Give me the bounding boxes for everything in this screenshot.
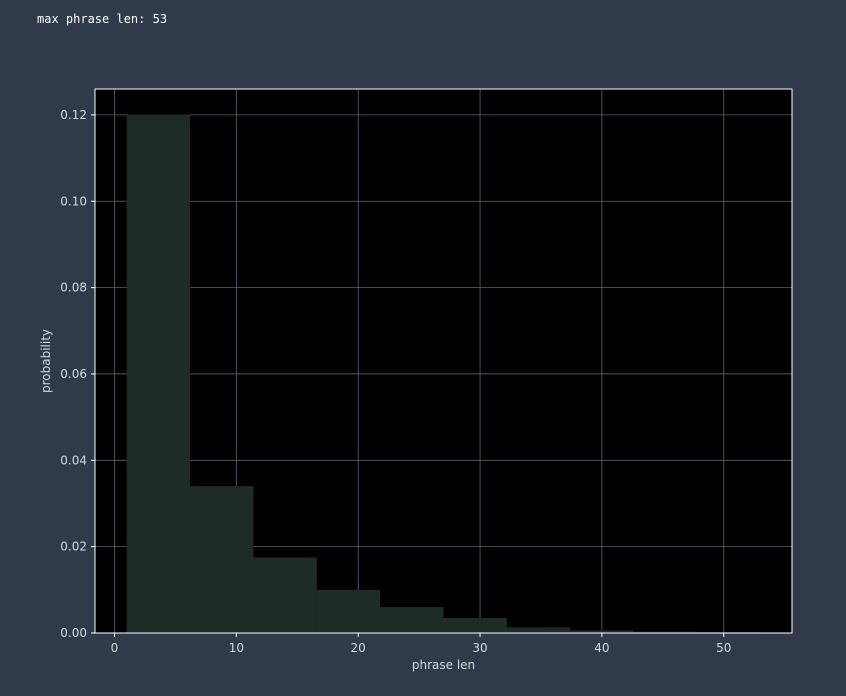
histogram-bar-7 bbox=[506, 627, 571, 633]
y-tick-label: 0.00 bbox=[60, 626, 87, 640]
y-tick-label: 0.06 bbox=[60, 367, 87, 381]
x-tick-label: 30 bbox=[472, 641, 487, 655]
y-tick-label: 0.04 bbox=[60, 453, 87, 467]
y-tick-label: 0.08 bbox=[60, 281, 87, 295]
x-tick-label: 20 bbox=[351, 641, 366, 655]
x-axis-label: phrase len bbox=[412, 658, 475, 672]
histogram-chart: 0 10 20 30 40 500.000.020.040.060.080.100.12 … bbox=[39, 88, 793, 672]
y-tick-label: 0.12 bbox=[60, 108, 87, 122]
x-tick-label: 40 bbox=[594, 641, 609, 655]
y-tick-label: 0.02 bbox=[60, 540, 87, 554]
histogram-bar-6 bbox=[443, 617, 507, 633]
histogram-bar-2 bbox=[190, 486, 254, 633]
y-axis-label: probability bbox=[39, 329, 53, 393]
x-tick-label: 10 bbox=[229, 641, 244, 655]
x-tick-label: 0 bbox=[111, 641, 119, 655]
y-tick-label: 0.10 bbox=[60, 194, 87, 208]
histogram-bar-3 bbox=[253, 557, 317, 633]
histogram-bar-4 bbox=[316, 589, 381, 633]
x-tick-label: 50 bbox=[716, 641, 731, 655]
histogram-bar-1 bbox=[126, 114, 191, 633]
histogram-bar-5 bbox=[380, 607, 444, 633]
